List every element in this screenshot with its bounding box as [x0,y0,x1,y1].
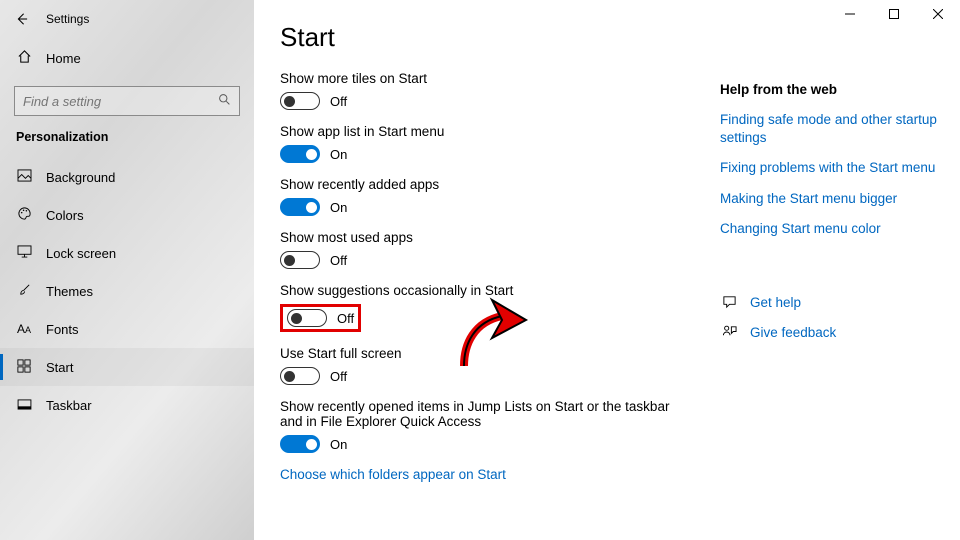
toggle-state: Off [337,311,354,326]
taskbar-icon [16,397,32,413]
get-help-action[interactable]: Get help [720,294,960,312]
toggle-state: On [330,437,347,452]
sidebar: Settings Home Personalization Background… [0,0,254,540]
monitor-icon [16,245,32,261]
toggle-state: Off [330,369,347,384]
sidebar-item-taskbar[interactable]: Taskbar [0,386,254,424]
main: Start Show more tiles on Start Off Show … [254,0,960,540]
setting-suggestions: Show suggestions occasionally in Start O… [280,283,720,332]
sidebar-item-label: Taskbar [46,398,92,413]
setting-label: Show recently opened items in Jump Lists… [280,399,680,429]
toggle-most-used[interactable] [280,251,320,269]
picture-icon [16,169,32,185]
toggle-jump-lists[interactable] [280,435,320,453]
sidebar-home-label: Home [46,51,81,66]
start-icon [16,359,32,376]
sidebar-item-lock-screen[interactable]: Lock screen [0,234,254,272]
sidebar-item-start[interactable]: Start [0,348,254,386]
folders-link[interactable]: Choose which folders appear on Start [280,467,506,482]
feedback-icon [720,324,738,342]
setting-label: Show app list in Start menu [280,124,720,139]
sidebar-item-colors[interactable]: Colors [0,196,254,234]
toggle-state: On [330,147,347,162]
toggle-app-list[interactable] [280,145,320,163]
action-label: Get help [750,294,801,312]
close-button[interactable] [916,0,960,28]
page-heading: Start [280,22,720,53]
palette-icon [16,206,32,224]
home-icon [16,49,32,67]
help-link[interactable]: Finding safe mode and other startup sett… [720,111,960,147]
back-button[interactable] [10,8,32,30]
sidebar-item-label: Fonts [46,322,79,337]
setting-label: Use Start full screen [280,346,720,361]
sidebar-item-label: Start [46,360,73,375]
setting-label: Show recently added apps [280,177,720,192]
search-input[interactable] [23,94,218,109]
maximize-button[interactable] [872,0,916,28]
minimize-button[interactable] [828,0,872,28]
help-link[interactable]: Fixing problems with the Start menu [720,159,960,177]
sidebar-section: Personalization [0,130,254,158]
help-heading: Help from the web [720,82,960,97]
toggle-state: On [330,200,347,215]
sidebar-item-label: Colors [46,208,84,223]
setting-full-screen: Use Start full screen Off [280,346,720,385]
brush-icon [16,282,32,300]
sidebar-item-label: Lock screen [46,246,116,261]
toggle-more-tiles[interactable] [280,92,320,110]
sidebar-item-label: Themes [46,284,93,299]
action-label: Give feedback [750,324,836,342]
setting-recently-added: Show recently added apps On [280,177,720,216]
setting-label: Show most used apps [280,230,720,245]
sidebar-item-fonts[interactable]: AA Fonts [0,310,254,348]
help-rail: Help from the web Finding safe mode and … [720,22,960,540]
annotation-highlight: Off [280,304,361,332]
window-controls [828,0,960,28]
give-feedback-action[interactable]: Give feedback [720,324,960,342]
toggle-recently-added[interactable] [280,198,320,216]
help-link[interactable]: Making the Start menu bigger [720,190,960,208]
font-icon: AA [16,322,32,336]
setting-jump-lists: Show recently opened items in Jump Lists… [280,399,720,453]
setting-label: Show more tiles on Start [280,71,720,86]
toggle-full-screen[interactable] [280,367,320,385]
toggle-state: Off [330,94,347,109]
setting-most-used: Show most used apps Off [280,230,720,269]
sidebar-home[interactable]: Home [0,42,254,74]
chat-icon [720,294,738,312]
sidebar-item-label: Background [46,170,115,185]
search-icon [218,93,231,109]
window-title: Settings [46,12,89,26]
sidebar-item-themes[interactable]: Themes [0,272,254,310]
setting-label: Show suggestions occasionally in Start [280,283,720,298]
toggle-suggestions[interactable] [287,309,327,327]
help-link[interactable]: Changing Start menu color [720,220,960,238]
toggle-state: Off [330,253,347,268]
sidebar-item-background[interactable]: Background [0,158,254,196]
setting-app-list: Show app list in Start menu On [280,124,720,163]
search-box[interactable] [14,86,240,116]
setting-more-tiles: Show more tiles on Start Off [280,71,720,110]
